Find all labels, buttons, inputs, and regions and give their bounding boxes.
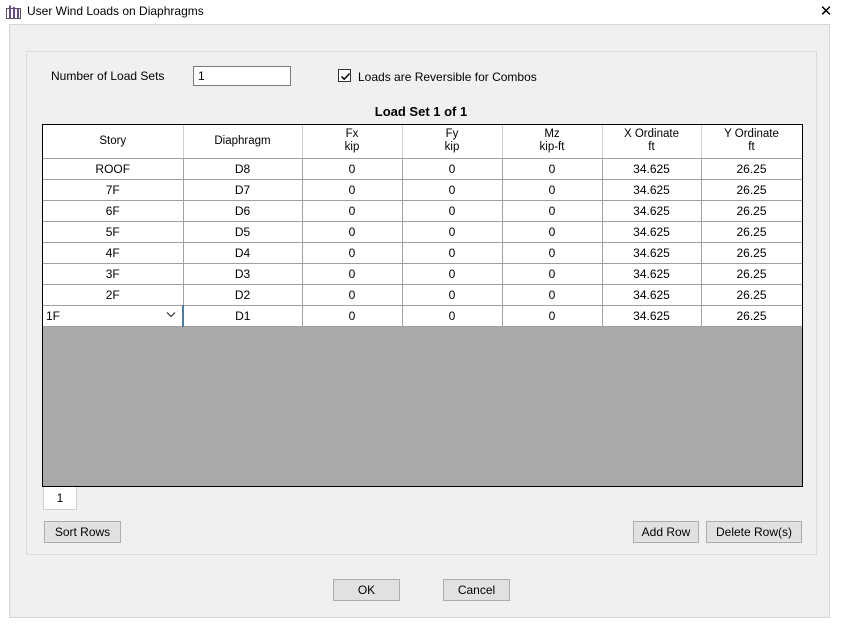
chevron-down-icon[interactable] — [166, 311, 176, 318]
table-header-row: Story Diaphragm Fx kip Fy kip Mz kip-ft X O… — [43, 125, 802, 159]
story-cell[interactable]: 2F — [43, 284, 184, 306]
x-ordinate-cell[interactable]: 34.625 — [602, 305, 702, 327]
col-header-fx[interactable]: Fx kip — [302, 125, 403, 159]
close-button[interactable]: ✕ — [810, 0, 842, 24]
story-cell[interactable]: 6F — [43, 200, 184, 222]
x-ordinate-cell[interactable]: 34.625 — [602, 263, 702, 285]
delete-rows-button[interactable]: Delete Row(s) — [706, 521, 802, 543]
fx-cell[interactable]: 0 — [302, 242, 403, 264]
window-title: User Wind Loads on Diaphragms — [27, 4, 204, 18]
y-ordinate-cell[interactable]: 26.25 — [701, 305, 802, 327]
y-ordinate-cell[interactable]: 26.25 — [701, 263, 802, 285]
y-ordinate-cell[interactable]: 26.25 — [701, 284, 802, 306]
y-ordinate-cell[interactable]: 26.25 — [701, 200, 802, 222]
col-header-x-ordinate[interactable]: X Ordinate ft — [602, 125, 702, 159]
story-cell[interactable]: 7F — [43, 179, 184, 201]
load-table: Story Diaphragm Fx kip Fy kip Mz kip-ft X O… — [43, 125, 802, 327]
mz-cell[interactable]: 0 — [502, 284, 603, 306]
table-row-active: 1F D1 0 0 0 34.625 26.25 — [43, 305, 802, 327]
fx-cell[interactable]: 0 — [302, 179, 403, 201]
table-row: 5F D5 0 0 0 34.625 26.25 — [43, 221, 802, 243]
col-header-mz[interactable]: Mz kip-ft — [502, 125, 603, 159]
story-cell[interactable]: 4F — [43, 242, 184, 264]
mz-cell[interactable]: 0 — [502, 305, 603, 327]
y-ordinate-cell[interactable]: 26.25 — [701, 242, 802, 264]
col-header-diaphragm[interactable]: Diaphragm — [183, 125, 303, 159]
fx-cell[interactable]: 0 — [302, 263, 403, 285]
sort-rows-button[interactable]: Sort Rows — [44, 521, 121, 543]
col-header-fy[interactable]: Fy kip — [402, 125, 503, 159]
col-header-y-ordinate[interactable]: Y Ordinate ft — [701, 125, 802, 159]
x-ordinate-cell[interactable]: 34.625 — [602, 158, 702, 180]
diaphragm-cell[interactable]: D1 — [183, 305, 303, 327]
reversible-checkbox[interactable] — [338, 69, 351, 82]
fx-cell[interactable]: 0 — [302, 284, 403, 306]
fx-cell[interactable]: 0 — [302, 200, 403, 222]
y-ordinate-cell[interactable]: 26.25 — [701, 179, 802, 201]
check-icon — [340, 72, 351, 81]
mz-cell[interactable]: 0 — [502, 200, 603, 222]
load-grid: Story Diaphragm Fx kip Fy kip Mz kip-ft X O… — [42, 124, 803, 487]
diaphragm-cell[interactable]: D7 — [183, 179, 303, 201]
diaphragm-cell[interactable]: D6 — [183, 200, 303, 222]
fy-cell[interactable]: 0 — [402, 284, 503, 306]
cancel-button[interactable]: Cancel — [443, 579, 510, 601]
fy-cell[interactable]: 0 — [402, 200, 503, 222]
mz-cell[interactable]: 0 — [502, 158, 603, 180]
story-cell[interactable]: 5F — [43, 221, 184, 243]
fx-cell[interactable]: 0 — [302, 305, 403, 327]
mz-cell[interactable]: 0 — [502, 221, 603, 243]
mz-cell[interactable]: 0 — [502, 242, 603, 264]
y-ordinate-cell[interactable]: 26.25 — [701, 158, 802, 180]
story-dropdown-value: 1F — [46, 308, 61, 323]
fy-cell[interactable]: 0 — [402, 158, 503, 180]
x-ordinate-cell[interactable]: 34.625 — [602, 221, 702, 243]
diaphragm-cell[interactable]: D3 — [183, 263, 303, 285]
fy-cell[interactable]: 0 — [402, 221, 503, 243]
table-row: ROOF D8 0 0 0 34.625 26.25 — [43, 158, 802, 180]
fy-cell[interactable]: 0 — [402, 305, 503, 327]
diaphragm-cell[interactable]: D2 — [183, 284, 303, 306]
ok-button[interactable]: OK — [333, 579, 400, 601]
number-of-load-sets-label: Number of Load Sets — [51, 69, 165, 83]
x-ordinate-cell[interactable]: 34.625 — [602, 284, 702, 306]
mz-cell[interactable]: 0 — [502, 263, 603, 285]
load-set-title: Load Set 1 of 1 — [374, 104, 468, 119]
fy-cell[interactable]: 0 — [402, 263, 503, 285]
table-row: 7F D7 0 0 0 34.625 26.25 — [43, 179, 802, 201]
x-ordinate-cell[interactable]: 34.625 — [602, 200, 702, 222]
fy-cell[interactable]: 0 — [402, 242, 503, 264]
title-bar: User Wind Loads on Diaphragms ✕ — [0, 0, 842, 24]
number-of-load-sets-input[interactable] — [193, 66, 291, 86]
story-cell[interactable]: ROOF — [43, 158, 184, 180]
table-row: 2F D2 0 0 0 34.625 26.25 — [43, 284, 802, 306]
story-cell[interactable]: 3F — [43, 263, 184, 285]
fx-cell[interactable]: 0 — [302, 221, 403, 243]
reversible-label[interactable]: Loads are Reversible for Combos — [358, 70, 537, 84]
mz-cell[interactable]: 0 — [502, 179, 603, 201]
fx-cell[interactable]: 0 — [302, 158, 403, 180]
page-tab-1[interactable]: 1 — [43, 487, 77, 510]
table-row: 3F D3 0 0 0 34.625 26.25 — [43, 263, 802, 285]
diaphragm-cell[interactable]: D8 — [183, 158, 303, 180]
table-row: 6F D6 0 0 0 34.625 26.25 — [43, 200, 802, 222]
y-ordinate-cell[interactable]: 26.25 — [701, 221, 802, 243]
x-ordinate-cell[interactable]: 34.625 — [602, 179, 702, 201]
table-row: 4F D4 0 0 0 34.625 26.25 — [43, 242, 802, 264]
diaphragm-cell[interactable]: D5 — [183, 221, 303, 243]
etabs-app-icon — [6, 5, 21, 19]
fy-cell[interactable]: 0 — [402, 179, 503, 201]
x-ordinate-cell[interactable]: 34.625 — [602, 242, 702, 264]
col-header-story[interactable]: Story — [43, 125, 184, 159]
diaphragm-cell[interactable]: D4 — [183, 242, 303, 264]
story-dropdown[interactable]: 1F — [43, 305, 184, 327]
add-row-button[interactable]: Add Row — [633, 521, 699, 543]
